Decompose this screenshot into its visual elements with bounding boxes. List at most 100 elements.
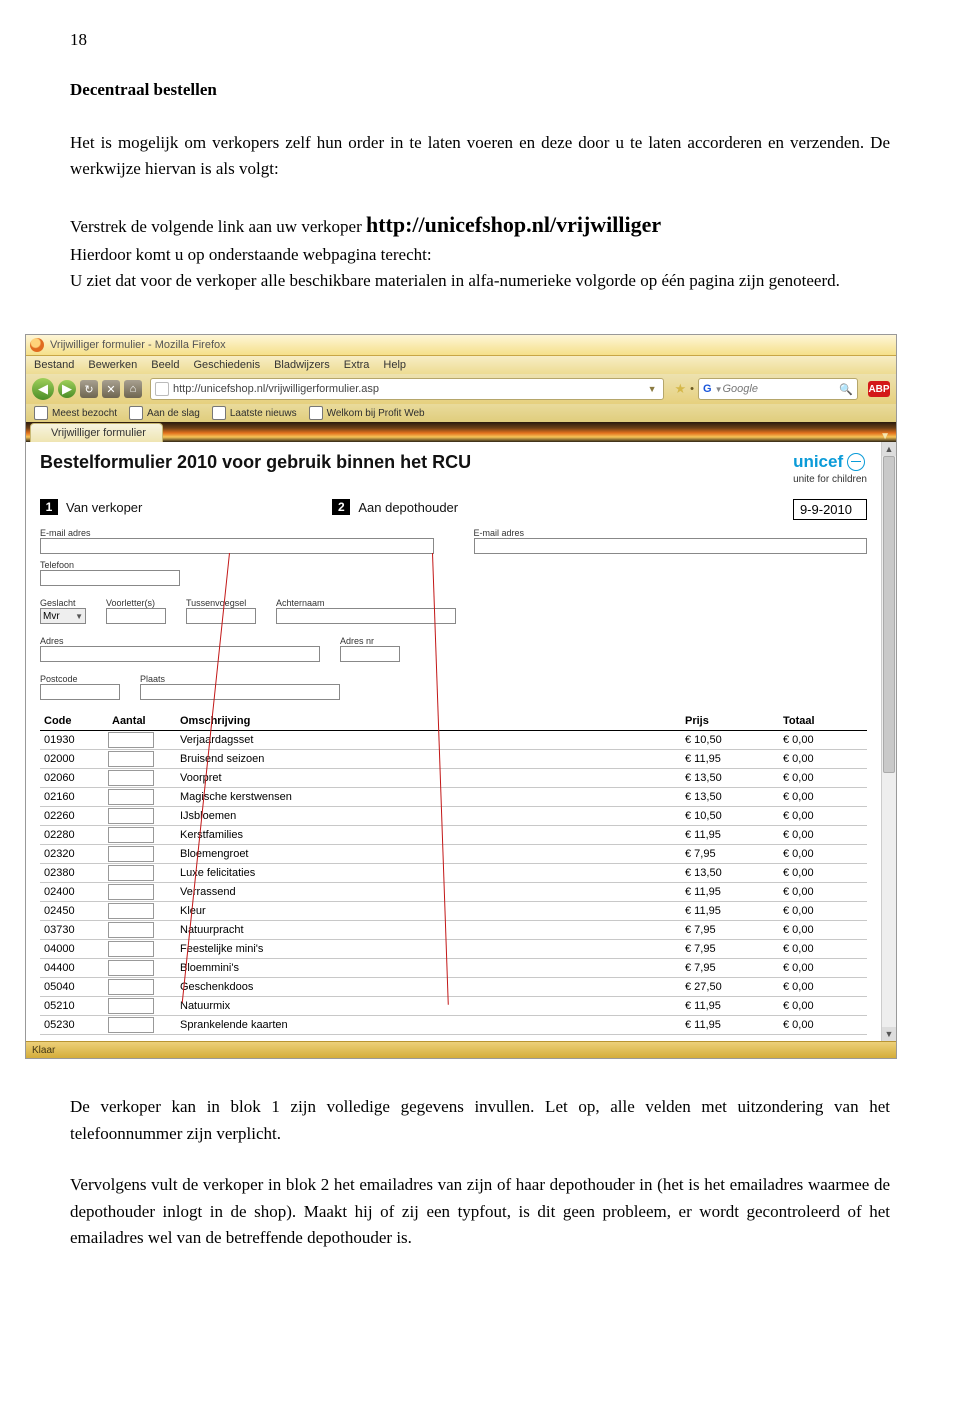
cell-prijs: € 11,95 [681, 1016, 779, 1035]
scroll-thumb[interactable] [883, 456, 895, 772]
back-button[interactable]: ◀ [32, 378, 54, 400]
bookmark-laatste-nieuws[interactable]: Laatste nieuws [212, 406, 297, 420]
cell-omschrijving: Verrassend [176, 883, 681, 902]
input-aantal[interactable] [108, 789, 154, 805]
menu-bewerken[interactable]: Bewerken [88, 359, 137, 371]
tab-label: Vrijwilliger formulier [51, 427, 146, 439]
input-email-verkoper[interactable] [40, 538, 434, 554]
cell-code: 02260 [40, 807, 108, 826]
stop-button[interactable]: ✕ [102, 380, 120, 398]
input-aantal[interactable] [108, 770, 154, 786]
tab-vrijwilliger[interactable]: Vrijwilliger formulier [30, 423, 163, 442]
cell-totaal: € 0,00 [779, 807, 867, 826]
search-box[interactable]: G ▼ Google 🔍 [698, 378, 858, 400]
scroll-track[interactable] [882, 456, 896, 1027]
address-bar[interactable]: http://unicefshop.nl/vrijwilligerformuli… [150, 378, 664, 400]
cell-code: 05040 [40, 978, 108, 997]
select-geslacht[interactable]: Mvr▼ [40, 608, 86, 624]
cell-aantal [108, 864, 176, 883]
cell-code: 02450 [40, 902, 108, 921]
cell-prijs: € 11,95 [681, 750, 779, 769]
input-aantal[interactable] [108, 732, 154, 748]
input-aantal[interactable] [108, 922, 154, 938]
input-plaats[interactable] [140, 684, 340, 700]
menu-extra[interactable]: Extra [344, 359, 370, 371]
home-button[interactable]: ⌂ [124, 380, 142, 398]
cell-omschrijving: Verjaardagsset [176, 731, 681, 750]
input-aantal[interactable] [108, 884, 154, 900]
cell-prijs: € 7,95 [681, 940, 779, 959]
input-postcode[interactable] [40, 684, 120, 700]
adblock-icon[interactable]: ABP [868, 381, 890, 397]
table-row: 02060Voorpret€ 13,50€ 0,00 [40, 769, 867, 788]
vertical-scrollbar[interactable]: ▲ ▼ [881, 442, 896, 1041]
cell-code: 05230 [40, 1016, 108, 1035]
input-aantal[interactable] [108, 960, 154, 976]
search-icon[interactable]: 🔍 [839, 383, 853, 396]
input-aantal[interactable] [108, 941, 154, 957]
input-achternaam[interactable] [276, 608, 456, 624]
table-row: 05210Natuurmix€ 11,95€ 0,00 [40, 997, 867, 1016]
cell-prijs: € 10,50 [681, 731, 779, 750]
result-sentence: Hierdoor komt u op onderstaande webpagin… [70, 245, 432, 264]
cell-prijs: € 11,95 [681, 997, 779, 1016]
input-aantal[interactable] [108, 998, 154, 1014]
input-aantal[interactable] [108, 1017, 154, 1033]
input-telefoon[interactable] [40, 570, 180, 586]
scroll-up-button[interactable]: ▲ [882, 442, 896, 456]
menu-geschiedenis[interactable]: Geschiedenis [193, 359, 260, 371]
tab-list-dropdown-icon[interactable]: ▼ [880, 431, 890, 442]
input-aantal[interactable] [108, 903, 154, 919]
step-1-label: Van verkoper [66, 500, 142, 515]
cell-aantal [108, 921, 176, 940]
chevron-down-icon: ▼ [75, 612, 83, 621]
input-adres[interactable] [40, 646, 320, 662]
table-row: 02320Bloemengroet€ 7,95€ 0,00 [40, 845, 867, 864]
input-aantal[interactable] [108, 979, 154, 995]
table-row: 04000Feestelijke mini's€ 7,95€ 0,00 [40, 940, 867, 959]
bookmark-star-icon[interactable]: ★ [674, 381, 686, 397]
cell-totaal: € 0,00 [779, 731, 867, 750]
cell-totaal: € 0,00 [779, 864, 867, 883]
table-row: 02160Magische kerstwensen€ 13,50€ 0,00 [40, 788, 867, 807]
menu-bestand[interactable]: Bestand [34, 359, 74, 371]
table-row: 05230Sprankelende kaarten€ 11,95€ 0,00 [40, 1016, 867, 1035]
reload-button[interactable]: ↻ [80, 380, 98, 398]
input-aantal[interactable] [108, 751, 154, 767]
label-geslacht: Geslacht [40, 598, 86, 608]
cell-omschrijving: Natuurpracht [176, 921, 681, 940]
bookmark-profit-web[interactable]: Welkom bij Profit Web [309, 406, 425, 420]
bottom-paragraph-1: De verkoper kan in blok 1 zijn volledige… [70, 1094, 890, 1147]
menu-beeld[interactable]: Beeld [151, 359, 179, 371]
input-aantal[interactable] [108, 846, 154, 862]
cell-omschrijving: Magische kerstwensen [176, 788, 681, 807]
cell-aantal [108, 788, 176, 807]
cell-prijs: € 7,95 [681, 959, 779, 978]
cell-omschrijving: Kleur [176, 902, 681, 921]
input-email-depothouder[interactable] [474, 538, 868, 554]
label-plaats: Plaats [140, 674, 340, 684]
menu-help[interactable]: Help [383, 359, 406, 371]
search-engine-dropdown-icon[interactable]: ▼ [715, 385, 723, 394]
input-aantal[interactable] [108, 827, 154, 843]
input-aantal[interactable] [108, 808, 154, 824]
section-heading: Decentraal bestellen [70, 80, 890, 100]
cell-omschrijving: Voorpret [176, 769, 681, 788]
input-aantal[interactable] [108, 865, 154, 881]
intro-paragraph-1: Het is mogelijk om verkopers zelf hun or… [70, 130, 890, 183]
table-row: 02380Luxe felicitaties€ 13,50€ 0,00 [40, 864, 867, 883]
address-bar-url: http://unicefshop.nl/vrijwilligerformuli… [173, 383, 645, 395]
forward-button[interactable]: ▶ [58, 380, 76, 398]
input-adresnr[interactable] [340, 646, 400, 662]
dropdown-icon[interactable]: ▼ [648, 384, 657, 394]
cell-prijs: € 10,50 [681, 807, 779, 826]
scroll-down-button[interactable]: ▼ [882, 1027, 896, 1041]
bookmark-meest-bezocht[interactable]: Meest bezocht [34, 406, 117, 420]
menu-bladwijzers[interactable]: Bladwijzers [274, 359, 330, 371]
firefox-icon [30, 338, 44, 352]
bookmark-aan-de-slag[interactable]: Aan de slag [129, 406, 200, 420]
cell-aantal [108, 807, 176, 826]
form-title: Bestelformulier 2010 voor gebruik binnen… [40, 452, 471, 473]
cell-omschrijving: Bloemmini's [176, 959, 681, 978]
input-voorletters[interactable] [106, 608, 166, 624]
